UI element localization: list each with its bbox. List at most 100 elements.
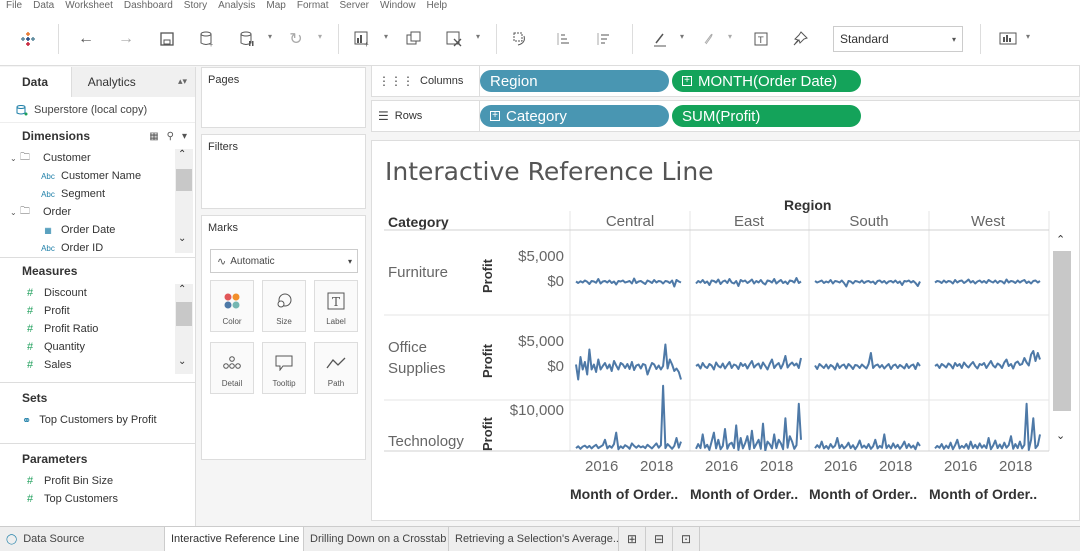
- redo-icon[interactable]: →: [114, 27, 138, 51]
- series-line-office-supplies-east[interactable]: [695, 355, 802, 371]
- refresh-dropdown-icon[interactable]: ▾: [318, 32, 322, 41]
- dimensions-menu-icon[interactable]: ▾: [182, 131, 187, 142]
- search-icon[interactable]: ⚲: [167, 131, 174, 142]
- viz-scrollbar-thumb[interactable]: [1053, 251, 1071, 411]
- marks-size-button[interactable]: Size: [262, 280, 306, 332]
- menu-dashboard[interactable]: Dashboard: [124, 0, 173, 12]
- series-line-furniture-east[interactable]: [695, 277, 802, 287]
- undo-icon[interactable]: ←: [74, 27, 98, 51]
- menu-help[interactable]: Help: [427, 0, 448, 12]
- clear-sheet-icon[interactable]: [442, 27, 466, 51]
- chevron-down-icon[interactable]: ⌄: [10, 208, 20, 217]
- pill-month-order-date[interactable]: + MONTH(Order Date): [672, 70, 861, 92]
- menu-worksheet[interactable]: Worksheet: [65, 0, 113, 12]
- chevron-down-icon[interactable]: ⌄: [10, 154, 20, 163]
- pane-menu-icon[interactable]: ▴▾: [178, 76, 187, 87]
- new-worksheet-icon[interactable]: +: [350, 27, 374, 51]
- dimension-order-id[interactable]: Abc Order ID: [0, 239, 195, 257]
- highlight-dropdown-icon[interactable]: ▾: [680, 32, 684, 41]
- filters-card[interactable]: Filters: [201, 134, 366, 209]
- menu-window[interactable]: Window: [380, 0, 416, 12]
- duplicate-sheet-icon[interactable]: [402, 27, 426, 51]
- new-dashboard-tab-button[interactable]: ⊟: [646, 527, 673, 551]
- set-item-top-customers[interactable]: ⚭ Top Customers by Profit: [0, 411, 195, 429]
- highlight-icon[interactable]: [648, 27, 672, 51]
- pages-card[interactable]: Pages: [201, 67, 366, 128]
- measure-discount[interactable]: # Discount: [0, 284, 195, 302]
- marks-path-button[interactable]: Path: [314, 342, 358, 394]
- series-line-technology-west[interactable]: [934, 402, 1041, 451]
- measure-sales[interactable]: # Sales: [0, 356, 195, 374]
- refresh-icon[interactable]: ↻: [284, 27, 308, 51]
- scroll-up-icon[interactable]: ⌃: [178, 149, 186, 160]
- parameter-profit-bin-size[interactable]: # Profit Bin Size: [0, 472, 195, 490]
- measure-profit-ratio[interactable]: # Profit Ratio: [0, 320, 195, 338]
- marks-tooltip-button[interactable]: Tooltip: [262, 342, 306, 394]
- pill-region[interactable]: Region: [480, 70, 669, 92]
- series-line-office-supplies-west[interactable]: [934, 350, 1041, 370]
- series-line-furniture-south[interactable]: [814, 279, 921, 288]
- parameter-top-customers[interactable]: # Top Customers: [0, 490, 195, 508]
- view-list-icon[interactable]: ▦: [149, 131, 158, 142]
- dimensions-scrollbar-thumb[interactable]: [176, 169, 192, 191]
- marks-label-button[interactable]: T Label: [314, 280, 358, 332]
- pill-sum-profit[interactable]: SUM(Profit): [672, 105, 861, 127]
- menu-server[interactable]: Server: [340, 0, 369, 12]
- pause-dropdown-icon[interactable]: ▾: [268, 32, 272, 41]
- series-line-technology-central[interactable]: [575, 384, 682, 451]
- menu-analysis[interactable]: Analysis: [218, 0, 255, 12]
- scroll-up-icon[interactable]: ⌃: [178, 284, 186, 295]
- clear-dropdown-icon[interactable]: ▾: [476, 32, 480, 41]
- sheet-tab-drilling-down[interactable]: Drilling Down on a Crosstab: [304, 527, 449, 551]
- menu-file[interactable]: File: [6, 0, 22, 12]
- scroll-up-icon[interactable]: ⌃: [1056, 233, 1065, 246]
- new-story-tab-button[interactable]: ⊡: [673, 527, 700, 551]
- fix-axes-icon[interactable]: [788, 27, 812, 51]
- sort-descending-icon[interactable]: [590, 27, 614, 51]
- menu-data[interactable]: Data: [33, 0, 54, 12]
- marks-color-button[interactable]: Color: [210, 280, 254, 332]
- group-members-icon[interactable]: [696, 27, 720, 51]
- expand-icon[interactable]: +: [682, 76, 692, 86]
- dimension-order[interactable]: ⌄ 🗀 Order: [0, 203, 195, 221]
- series-line-furniture-west[interactable]: [934, 278, 1041, 285]
- columns-shelf[interactable]: ⋮⋮⋮ Columns Region + MONTH(Order Date): [371, 65, 1080, 97]
- marks-detail-button[interactable]: Detail: [210, 342, 254, 394]
- menu-story[interactable]: Story: [184, 0, 207, 12]
- menu-format[interactable]: Format: [297, 0, 329, 12]
- fit-select[interactable]: Standard ▾: [833, 26, 963, 52]
- measure-quantity[interactable]: # Quantity: [0, 338, 195, 356]
- sheet-tab-interactive-reference-line[interactable]: Interactive Reference Line: [165, 527, 304, 551]
- sort-ascending-icon[interactable]: [550, 27, 574, 51]
- new-worksheet-tab-button[interactable]: ⊞: [619, 527, 646, 551]
- series-line-technology-east[interactable]: [695, 402, 802, 451]
- series-line-office-supplies-central[interactable]: [575, 343, 682, 381]
- scroll-down-icon[interactable]: ⌄: [1056, 429, 1065, 442]
- rows-shelf[interactable]: ☰ Rows + Category SUM(Profit): [371, 100, 1080, 132]
- measure-profit[interactable]: # Profit: [0, 302, 195, 320]
- tab-data[interactable]: Data: [0, 67, 72, 97]
- scroll-down-icon[interactable]: ⌄: [178, 233, 186, 244]
- measures-scrollbar[interactable]: ⌃ ⌄: [175, 284, 193, 374]
- viz-scrollbar[interactable]: ⌃ ⌄: [1052, 233, 1072, 453]
- new-worksheet-dropdown-icon[interactable]: ▾: [384, 32, 388, 41]
- series-line-office-supplies-south[interactable]: [814, 352, 921, 371]
- pause-updates-icon[interactable]: [235, 27, 259, 51]
- dimension-customer[interactable]: ⌄ 🗀 Customer: [0, 149, 195, 167]
- presentation-dropdown-icon[interactable]: ▾: [1026, 32, 1030, 41]
- series-line-technology-south[interactable]: [814, 433, 921, 451]
- tab-analytics[interactable]: Analytics: [71, 67, 195, 97]
- dimension-segment[interactable]: Abc Segment: [0, 185, 195, 203]
- data-source-tab[interactable]: ◯ Data Source: [0, 527, 165, 551]
- sheet-tab-retrieving-selection[interactable]: Retrieving a Selection's Average...: [449, 527, 619, 551]
- group-dropdown-icon[interactable]: ▾: [728, 32, 732, 41]
- measures-scrollbar-thumb[interactable]: [176, 302, 192, 326]
- dimension-order-date[interactable]: ▦ Order Date: [0, 221, 195, 239]
- swap-rows-columns-icon[interactable]: [508, 27, 532, 51]
- presentation-mode-icon[interactable]: [996, 27, 1020, 51]
- mark-type-select[interactable]: ∿ Automatic ▾: [210, 249, 358, 273]
- show-mark-labels-icon[interactable]: T: [749, 27, 773, 51]
- menu-map[interactable]: Map: [266, 0, 285, 12]
- new-datasource-icon[interactable]: +: [195, 27, 219, 51]
- tableau-logo-icon[interactable]: [16, 27, 40, 51]
